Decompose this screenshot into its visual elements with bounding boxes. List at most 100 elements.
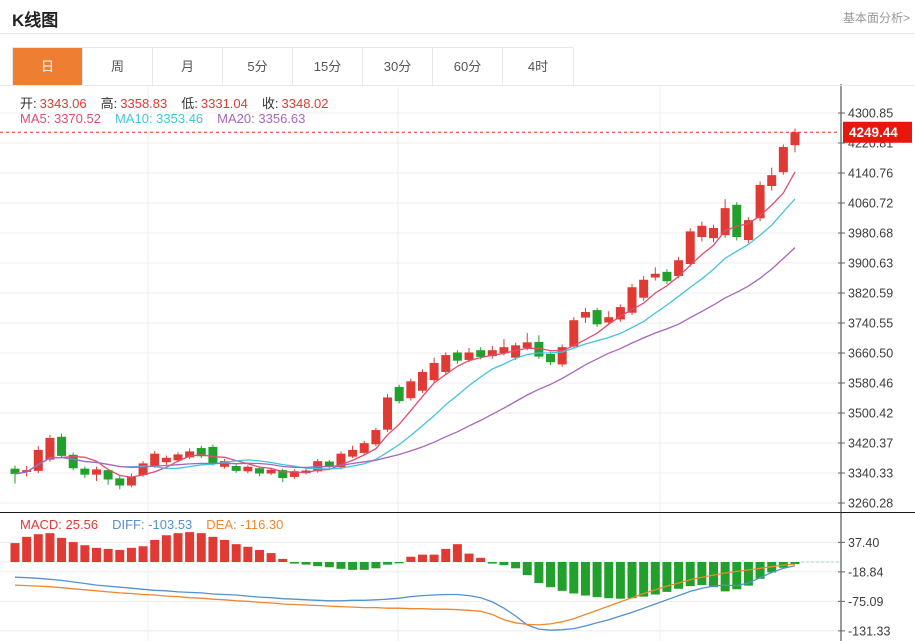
y-axis-label: 3580.46 [848,377,893,391]
macd-bar [289,562,299,564]
macd-bar [627,562,637,599]
macd-bar [126,547,136,562]
candle-body [546,353,556,363]
macd-bar [569,562,579,594]
macd-bar [266,553,276,562]
macd-bar [511,562,521,569]
macd-axis-label: 37.40 [848,536,879,550]
macd-bar [231,544,241,562]
y-axis-label: 3900.63 [848,257,893,271]
ma10-value: MA10: 3353.46 [114,111,204,126]
candle-body [348,449,358,457]
macd-bar [173,533,183,562]
y-axis-label: 3420.37 [848,437,893,451]
dea-value: DEA: -116.30 [206,517,284,532]
macd-bar [324,562,334,568]
macd-bar [499,562,509,566]
candle-body [417,371,427,391]
candle-body [150,453,160,466]
page-title: K线图 [12,11,59,30]
open-value: 开: 3343.06 [20,96,87,111]
macd-bar [45,533,55,562]
macd-bar [697,562,707,586]
fundamental-analysis-link[interactable]: 基本面分析> [843,9,910,26]
macd-bar [674,562,684,589]
macd-bar [557,562,567,591]
tab-period-0[interactable]: 日 [13,48,83,85]
tab-period-7[interactable]: 4时 [503,48,573,85]
current-price-tag-text: 4249.44 [849,125,898,140]
price-chart-area [10,128,800,490]
candle-body [662,271,672,282]
candle-body [231,466,241,471]
ma10-line [14,198,796,475]
candle-body [208,446,218,464]
candle-body [359,443,369,453]
candle-body [383,397,393,430]
macd-bar [91,547,101,562]
macd-bar [429,554,439,562]
ma-info-row: MA5: 3370.52 MA10: 3353.46 MA20: 3356.63 [20,111,319,126]
macd-bar [138,546,148,562]
ma5-value: MA5: 3370.52 [20,111,101,126]
candle-body [138,463,148,476]
macd-bar [10,543,20,562]
ohlc-info-row: 开: 3343.06 高: 3358.83 低: 3331.04 收: 3348.02 [20,93,343,112]
low-value: 低: 3331.04 [181,96,248,111]
candle-body [464,352,474,360]
candle-body [57,436,67,456]
macd-axis-label: -75.09 [848,595,883,609]
candle-body [406,381,416,399]
ma20-value: MA20: 3356.63 [217,111,306,126]
macd-chart-area [10,532,840,631]
macd-bar [185,532,195,562]
macd-bar [464,553,474,562]
tab-period-2[interactable]: 月 [153,48,223,85]
macd-bar [115,549,125,562]
y-axis-label: 4060.72 [848,197,893,211]
macd-bar [301,562,311,565]
tab-period-6[interactable]: 60分 [433,48,503,85]
macd-bar [348,562,358,570]
macd-bar [546,562,556,588]
macd-bar [371,562,381,569]
tab-period-5[interactable]: 30分 [363,48,433,85]
y-axis-label: 3980.68 [848,227,893,241]
macd-bar [278,558,288,562]
macd-bar [33,534,43,562]
macd-bar [161,535,171,562]
tab-period-3[interactable]: 5分 [223,48,293,85]
candle-body [790,132,800,146]
macd-bar [441,548,451,562]
macd-bar [406,556,416,562]
tab-period-4[interactable]: 15分 [293,48,363,85]
macd-bar [639,562,649,597]
macd-bar [243,546,253,562]
candle-body [91,469,101,475]
candle-body [778,147,788,173]
candle-body [592,310,602,325]
macd-bar [22,536,32,562]
macd-bar [592,562,602,598]
high-value: 高: 3358.83 [100,96,168,111]
macd-bar [476,557,486,562]
header-divider [0,33,915,34]
macd-bar [103,548,113,562]
macd-bar [720,562,730,592]
tab-period-1[interactable]: 周 [83,48,153,85]
macd-value: MACD: 25.56 [20,517,99,532]
candle-body [452,352,462,361]
macd-bar [254,549,264,562]
macd-bar [80,545,90,562]
macd-bar [383,562,393,565]
candle-body [33,449,43,471]
candle-body [685,231,695,264]
close-value: 收: 3348.02 [261,96,329,111]
candle-body [115,478,125,486]
macd-bar [615,562,625,599]
macd-bar [68,542,78,562]
candle-body [476,350,486,357]
candle-body [243,466,253,472]
macd-bar [685,562,695,587]
macd-info-row: MACD: 25.56 DIFF: -103.53 DEA: -116.30 [20,517,297,532]
